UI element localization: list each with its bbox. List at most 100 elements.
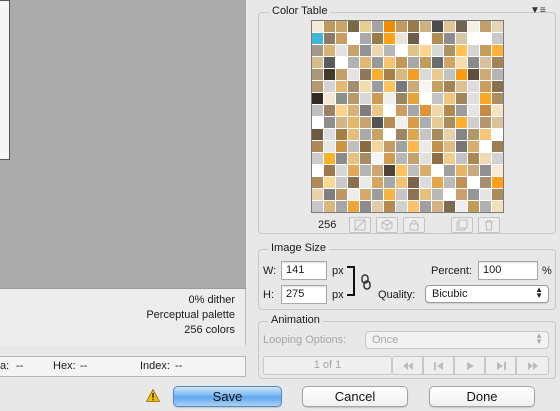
color-swatch[interactable] xyxy=(396,129,407,140)
color-swatch[interactable] xyxy=(360,45,371,56)
color-swatch[interactable] xyxy=(492,57,503,68)
color-swatch[interactable] xyxy=(348,69,359,80)
color-swatch[interactable] xyxy=(456,81,467,92)
color-swatch[interactable] xyxy=(324,129,335,140)
color-swatch[interactable] xyxy=(360,177,371,188)
color-swatch[interactable] xyxy=(312,189,323,200)
color-swatch[interactable] xyxy=(456,129,467,140)
color-swatch[interactable] xyxy=(312,69,323,80)
web-shift-button[interactable] xyxy=(376,217,398,233)
color-swatch[interactable] xyxy=(456,57,467,68)
color-swatch[interactable] xyxy=(324,21,335,32)
color-swatch[interactable] xyxy=(468,129,479,140)
color-swatch[interactable] xyxy=(456,177,467,188)
color-swatch[interactable] xyxy=(480,33,491,44)
color-swatch[interactable] xyxy=(396,105,407,116)
color-swatch[interactable] xyxy=(480,189,491,200)
color-swatch[interactable] xyxy=(336,165,347,176)
color-swatch[interactable] xyxy=(360,105,371,116)
color-swatch[interactable] xyxy=(492,69,503,80)
color-swatch[interactable] xyxy=(456,117,467,128)
last-frame-button[interactable] xyxy=(516,356,549,375)
color-swatch[interactable] xyxy=(372,117,383,128)
color-swatch[interactable] xyxy=(396,201,407,212)
color-swatch[interactable] xyxy=(420,165,431,176)
color-swatch[interactable] xyxy=(324,201,335,212)
color-swatch[interactable] xyxy=(372,129,383,140)
color-swatch[interactable] xyxy=(336,45,347,56)
color-swatch[interactable] xyxy=(432,45,443,56)
color-swatch[interactable] xyxy=(372,153,383,164)
color-swatch[interactable] xyxy=(408,189,419,200)
color-swatch[interactable] xyxy=(468,117,479,128)
color-swatch[interactable] xyxy=(480,153,491,164)
color-swatch[interactable] xyxy=(372,165,383,176)
color-swatch[interactable] xyxy=(468,141,479,152)
color-swatch[interactable] xyxy=(312,129,323,140)
color-swatch[interactable] xyxy=(456,141,467,152)
color-swatch[interactable] xyxy=(480,165,491,176)
color-swatch[interactable] xyxy=(348,141,359,152)
color-swatch[interactable] xyxy=(396,189,407,200)
color-swatch[interactable] xyxy=(384,33,395,44)
color-swatch[interactable] xyxy=(432,153,443,164)
color-swatch[interactable] xyxy=(372,201,383,212)
color-swatch[interactable] xyxy=(420,69,431,80)
color-swatch[interactable] xyxy=(456,189,467,200)
color-swatch[interactable] xyxy=(336,177,347,188)
color-swatch[interactable] xyxy=(456,69,467,80)
color-swatch[interactable] xyxy=(480,201,491,212)
delete-color-button[interactable] xyxy=(478,217,500,233)
color-swatch[interactable] xyxy=(312,21,323,32)
color-swatch[interactable] xyxy=(312,105,323,116)
color-swatch[interactable] xyxy=(480,177,491,188)
color-swatch[interactable] xyxy=(336,21,347,32)
color-swatch[interactable] xyxy=(396,21,407,32)
color-swatch[interactable] xyxy=(336,93,347,104)
color-swatch[interactable] xyxy=(408,69,419,80)
color-swatch[interactable] xyxy=(348,189,359,200)
color-swatch[interactable] xyxy=(336,33,347,44)
done-button[interactable]: Done xyxy=(429,386,535,407)
color-swatch[interactable] xyxy=(384,153,395,164)
color-swatch[interactable] xyxy=(468,33,479,44)
cancel-button[interactable]: Cancel xyxy=(302,386,408,407)
chain-link-icon[interactable] xyxy=(361,274,371,290)
color-swatch[interactable] xyxy=(420,57,431,68)
color-swatch[interactable] xyxy=(324,33,335,44)
color-swatch[interactable] xyxy=(492,81,503,92)
color-swatch[interactable] xyxy=(360,93,371,104)
color-swatch[interactable] xyxy=(408,201,419,212)
color-swatch[interactable] xyxy=(348,81,359,92)
play-button[interactable] xyxy=(454,356,485,375)
color-swatch[interactable] xyxy=(324,81,335,92)
color-swatch[interactable] xyxy=(336,81,347,92)
color-swatch[interactable] xyxy=(468,45,479,56)
color-swatch[interactable] xyxy=(384,165,395,176)
color-swatch[interactable] xyxy=(432,165,443,176)
color-swatch[interactable] xyxy=(432,57,443,68)
color-swatch[interactable] xyxy=(408,21,419,32)
color-swatch[interactable] xyxy=(444,201,455,212)
color-swatch[interactable] xyxy=(324,69,335,80)
color-swatch[interactable] xyxy=(468,93,479,104)
color-swatch[interactable] xyxy=(480,129,491,140)
color-swatch[interactable] xyxy=(360,201,371,212)
color-swatch[interactable] xyxy=(396,45,407,56)
color-swatch[interactable] xyxy=(408,177,419,188)
color-swatch[interactable] xyxy=(432,177,443,188)
color-swatch[interactable] xyxy=(396,165,407,176)
color-swatch[interactable] xyxy=(324,177,335,188)
color-swatch[interactable] xyxy=(408,105,419,116)
color-swatch[interactable] xyxy=(492,141,503,152)
color-swatch[interactable] xyxy=(396,81,407,92)
color-swatch[interactable] xyxy=(324,165,335,176)
color-swatch[interactable] xyxy=(456,33,467,44)
color-swatch[interactable] xyxy=(420,105,431,116)
color-swatch[interactable] xyxy=(336,141,347,152)
color-swatch[interactable] xyxy=(420,141,431,152)
color-swatch[interactable] xyxy=(480,105,491,116)
color-swatch[interactable] xyxy=(312,81,323,92)
color-swatch[interactable] xyxy=(384,177,395,188)
color-swatch[interactable] xyxy=(432,69,443,80)
